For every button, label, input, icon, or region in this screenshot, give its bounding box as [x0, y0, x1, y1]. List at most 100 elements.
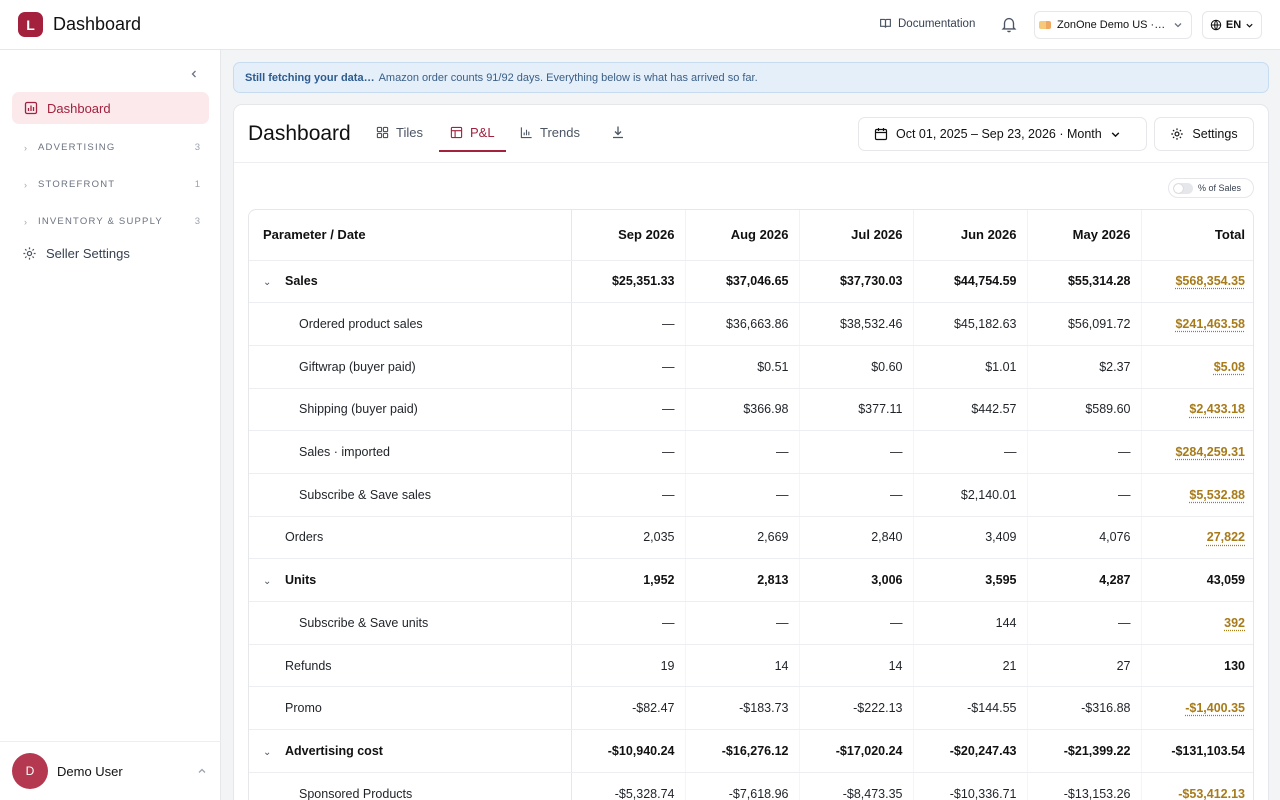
- total-link[interactable]: $284,259.31: [1175, 445, 1245, 459]
- toggle-switch[interactable]: [1173, 182, 1193, 194]
- tab-tiles[interactable]: Tiles: [376, 125, 423, 140]
- table-cell: 144: [913, 601, 1028, 645]
- row-label: Subscribe & Save sales: [249, 473, 572, 517]
- table-cell: 14: [685, 644, 800, 688]
- table-cell: $44,754.59: [913, 260, 1028, 304]
- table-cell: -$17,020.24: [799, 729, 914, 773]
- tab-label: Trends: [540, 125, 580, 140]
- sidebar-group-storefront[interactable]: › STOREFRONT 1: [24, 179, 200, 190]
- sidebar-item-seller-settings[interactable]: Seller Settings: [22, 246, 130, 261]
- table-cell: $0.60: [799, 345, 914, 389]
- table-cell: -$20,247.43: [913, 729, 1028, 773]
- total-link[interactable]: $5.08: [1214, 360, 1245, 374]
- tab-pl[interactable]: P&L: [450, 125, 495, 140]
- table-cell: $45,182.63: [913, 302, 1028, 346]
- total-cell[interactable]: 392: [1141, 601, 1253, 645]
- documentation-link[interactable]: Documentation: [879, 17, 975, 30]
- table-cell: 2,035: [571, 516, 686, 560]
- total-cell[interactable]: $5,532.88: [1141, 473, 1253, 517]
- total-cell[interactable]: 27,822: [1141, 516, 1253, 560]
- total-cell[interactable]: $2,433.18: [1141, 388, 1253, 432]
- calendar-icon: [874, 128, 888, 141]
- row-label-text: Sales: [285, 274, 318, 289]
- documentation-label: Documentation: [898, 17, 976, 30]
- column-header[interactable]: Jul 2026: [799, 210, 914, 261]
- table-cell: 3,006: [799, 558, 914, 602]
- table-cell: —: [1027, 473, 1142, 517]
- total-cell[interactable]: $568,354.35: [1141, 260, 1253, 304]
- tab-trends[interactable]: Trends: [520, 125, 580, 140]
- total-link[interactable]: $568,354.35: [1175, 274, 1245, 288]
- toggle-label: % of Sales: [1198, 183, 1242, 193]
- total-cell[interactable]: $241,463.58: [1141, 302, 1253, 346]
- total-cell[interactable]: $284,259.31: [1141, 430, 1253, 474]
- table-cell: 2,840: [799, 516, 914, 560]
- collapse-sidebar-icon[interactable]: [189, 69, 203, 83]
- sidebar-group-advertising[interactable]: › ADVERTISING 3: [24, 142, 200, 153]
- row-label[interactable]: ⌄ Sales: [249, 260, 572, 304]
- chevron-down-icon: [1111, 131, 1120, 137]
- account-select[interactable]: ZonOne Demo US ·…: [1034, 11, 1192, 39]
- table-row: ⌄ Units 1,952 2,813 3,006 3,595 4,287 43,…: [249, 558, 1253, 602]
- total-link[interactable]: $241,463.58: [1175, 317, 1245, 331]
- bell-icon[interactable]: [1000, 15, 1018, 33]
- user-menu[interactable]: D Demo User: [0, 741, 221, 800]
- table-row: Orders 2,035 2,669 2,840 3,409 4,076 27,…: [249, 516, 1253, 560]
- language-label: EN: [1225, 19, 1242, 31]
- total-link[interactable]: $5,532.88: [1189, 488, 1245, 502]
- table-cell: 27: [1027, 644, 1142, 688]
- chevron-down-icon[interactable]: ⌄: [263, 277, 279, 288]
- sidebar-group-count: 3: [194, 216, 200, 227]
- sidebar-group-inventory-supply[interactable]: › INVENTORY & SUPPLY 3: [24, 216, 200, 227]
- total-link[interactable]: -$1,400.35: [1185, 701, 1245, 715]
- total-cell[interactable]: -$1,400.35: [1141, 686, 1253, 731]
- table-cell: —: [571, 473, 686, 517]
- sidebar-group-count: 1: [194, 179, 200, 190]
- total-cell: 130: [1141, 644, 1253, 688]
- row-label-text: Units: [285, 573, 317, 588]
- column-header[interactable]: Total: [1141, 210, 1253, 261]
- language-select[interactable]: EN: [1202, 11, 1262, 39]
- table-row: ⌄ Sales $25,351.33 $37,046.65 $37,730.03 …: [249, 260, 1253, 304]
- table-cell: $377.11: [799, 388, 914, 432]
- table-row: Promo -$82.47 -$183.73 -$222.13 -$144.55…: [249, 686, 1253, 731]
- table-cell: $55,314.28: [1027, 260, 1142, 304]
- app-logo[interactable]: L: [18, 12, 43, 37]
- column-header[interactable]: Parameter / Date: [249, 210, 572, 261]
- table-cell: -$21,399.22: [1027, 729, 1142, 773]
- sidebar-item-label: Seller Settings: [46, 246, 130, 261]
- chevron-down-icon[interactable]: ⌄: [263, 576, 279, 587]
- total-link[interactable]: -$53,412.13: [1178, 787, 1245, 800]
- table-cell: 3,409: [913, 516, 1028, 560]
- table-cell: —: [571, 601, 686, 645]
- column-header[interactable]: Jun 2026: [913, 210, 1028, 261]
- table-cell: —: [1027, 430, 1142, 474]
- row-label[interactable]: ⌄ Advertising cost: [249, 729, 572, 773]
- settings-button[interactable]: Settings: [1154, 117, 1254, 151]
- column-header[interactable]: May 2026: [1027, 210, 1142, 261]
- table-cell: $38,532.46: [799, 302, 914, 346]
- date-range-picker[interactable]: Oct 01, 2025 – Sep 23, 2026 · Month: [858, 117, 1147, 151]
- total-cell[interactable]: -$53,412.13: [1141, 772, 1253, 800]
- total-link[interactable]: 392: [1224, 616, 1245, 630]
- account-label: ZonOne Demo US ·…: [1057, 19, 1166, 31]
- table-cell: —: [799, 601, 914, 645]
- sidebar-item-dashboard[interactable]: Dashboard: [12, 92, 209, 124]
- column-header[interactable]: Sep 2026: [571, 210, 686, 261]
- column-header[interactable]: Aug 2026: [685, 210, 800, 261]
- pl-card: Dashboard Tiles P&L Trends Oct 01, 2025 …: [233, 104, 1269, 800]
- total-cell[interactable]: $5.08: [1141, 345, 1253, 389]
- chevron-down-icon[interactable]: ⌄: [263, 747, 279, 758]
- table-cell: -$8,473.35: [799, 772, 914, 800]
- percent-of-sales-toggle[interactable]: % of Sales: [1168, 178, 1254, 198]
- row-label[interactable]: ⌄ Units: [249, 558, 572, 602]
- user-name: Demo User: [57, 763, 123, 779]
- total-link[interactable]: $2,433.18: [1189, 402, 1245, 416]
- table-cell: —: [571, 430, 686, 474]
- row-label: Orders: [249, 516, 572, 560]
- download-button[interactable]: [611, 125, 625, 139]
- table-cell: 3,595: [913, 558, 1028, 602]
- total-link[interactable]: 27,822: [1207, 530, 1245, 544]
- table-row: Ordered product sales — $36,663.86 $38,5…: [249, 302, 1253, 346]
- date-range-label: Oct 01, 2025 – Sep 23, 2026 · Month: [896, 127, 1102, 141]
